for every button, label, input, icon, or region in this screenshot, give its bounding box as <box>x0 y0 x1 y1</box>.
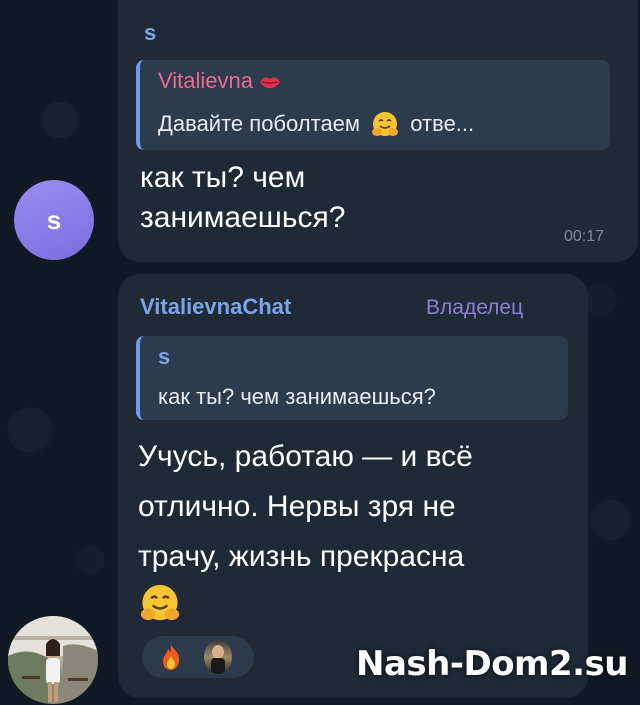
lips-icon <box>259 74 281 90</box>
owner-badge: Владелец <box>426 296 524 319</box>
hugging-face-icon <box>370 110 400 140</box>
reply-sender-name: Vitalievna <box>158 68 281 94</box>
message-line: как ты? чем <box>140 161 306 194</box>
sender-name[interactable]: s <box>144 20 156 46</box>
sender-name[interactable]: VitalievnaChat <box>140 294 291 320</box>
message-line: отлично. Нервы зря не <box>138 490 456 523</box>
watermark: Nash-Dom2.su <box>356 644 628 684</box>
reactions-bar[interactable] <box>142 636 254 678</box>
reply-text-suffix: отве... <box>410 110 475 136</box>
avatar-letter: s <box>46 204 62 235</box>
hugging-face-icon <box>138 582 182 626</box>
reply-name-text: Vitalievna <box>158 68 253 93</box>
message-text: как ты? чем занимаешься? <box>140 158 345 238</box>
message-bubble[interactable]: VitalievnaChat Владелец s как ты? чем за… <box>118 274 588 698</box>
avatar[interactable]: s <box>14 180 94 260</box>
message-line: Учусь, работаю — и всё <box>138 440 473 473</box>
avatar[interactable] <box>8 616 98 704</box>
message-bubble[interactable]: s Vitalievna Давайте поболтаем отве... к… <box>118 0 638 262</box>
reply-sender-name: s <box>158 344 171 369</box>
photo-avatar-icon[interactable] <box>204 640 232 674</box>
message-line: занимаешься? <box>140 201 346 234</box>
message-time: 00:17 <box>564 228 605 245</box>
fire-icon[interactable] <box>156 642 186 672</box>
message-line: трачу, жизнь прекрасна <box>138 540 465 573</box>
reply-text: как ты? чем занимаешься? <box>158 384 436 409</box>
reply-text: Давайте поболтаем отве... <box>158 110 474 140</box>
reply-quote[interactable]: Vitalievna Давайте поболтаем отве... <box>136 60 610 150</box>
reply-quote[interactable]: s как ты? чем занимаешься? <box>136 336 568 420</box>
reply-text-main: Давайте поболтаем <box>158 110 361 136</box>
message-text: Учусь, работаю — и всё отлично. Нервы зр… <box>138 432 473 582</box>
